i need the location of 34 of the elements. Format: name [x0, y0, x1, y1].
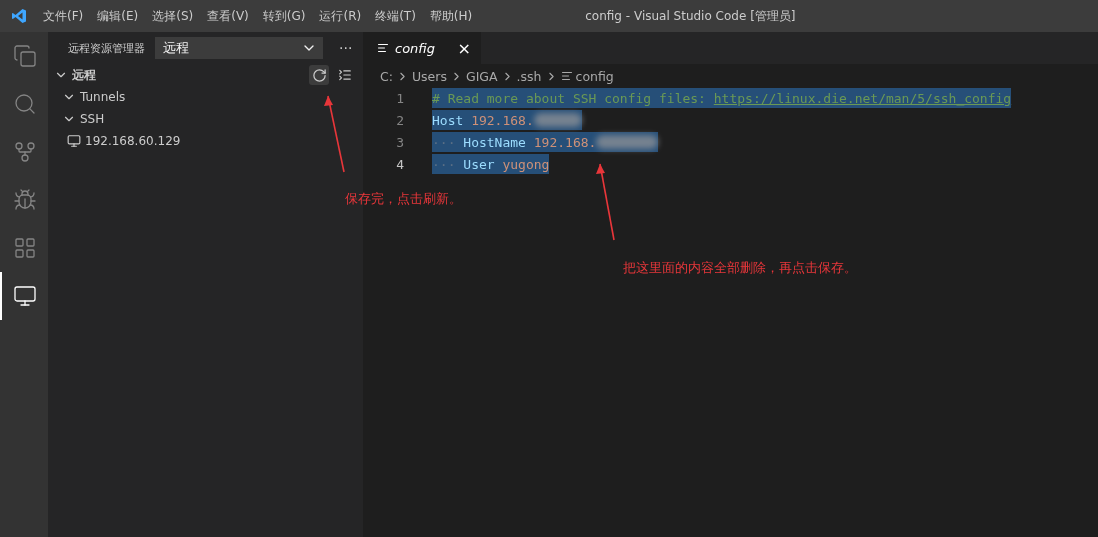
tree-item[interactable]: Tunnels [80, 90, 126, 104]
menu-item[interactable]: 帮助(H) [422, 7, 480, 25]
menu-item[interactable]: 编辑(E) [90, 7, 146, 25]
breadcrumb-item[interactable]: .ssh [516, 68, 542, 84]
line-number: 2 [395, 112, 404, 128]
menu-item[interactable]: 查看(V) [200, 7, 256, 25]
more-button[interactable]: ··· [339, 40, 353, 56]
file-icon [560, 70, 573, 82]
menu-item[interactable]: 文件(F) [36, 7, 91, 25]
tree-item[interactable]: SSH [80, 112, 105, 126]
menu-item[interactable]: 选择(S) [145, 7, 201, 25]
refresh-button[interactable] [309, 65, 329, 85]
menu-item[interactable]: 终端(T) [368, 7, 423, 25]
line-number: 1 [395, 90, 404, 106]
section-title[interactable]: 远程 [72, 66, 96, 84]
file-icon [377, 42, 389, 54]
line-number: 4 [395, 156, 404, 172]
tree-item[interactable]: 192.168.60.129 [85, 134, 181, 148]
window-title: config - Visual Studio Code [管理员] [585, 7, 796, 25]
breadcrumb-item[interactable]: C: [380, 68, 393, 84]
line-number: 3 [395, 134, 404, 150]
menu-item[interactable]: 运行(R) [312, 7, 369, 25]
breadcrumb-item[interactable]: config [575, 68, 614, 84]
annotation-text: 保存完，点击刷新。 [345, 190, 462, 208]
menu-item[interactable]: 转到(G) [255, 7, 313, 25]
annotation-text: 把这里面的内容全部删除，再点击保存。 [623, 259, 857, 277]
app-logo-icon [11, 8, 27, 24]
breadcrumb-item[interactable]: Users [411, 68, 447, 84]
breadcrumb-item[interactable]: GIGA [465, 68, 498, 84]
editor-tab[interactable]: config × [363, 32, 481, 64]
remote-dropdown[interactable]: 远程 [155, 37, 323, 59]
monitor-icon [67, 134, 81, 148]
close-button[interactable]: × [457, 38, 471, 58]
sidebar-title: 远程资源管理器 [68, 40, 145, 56]
